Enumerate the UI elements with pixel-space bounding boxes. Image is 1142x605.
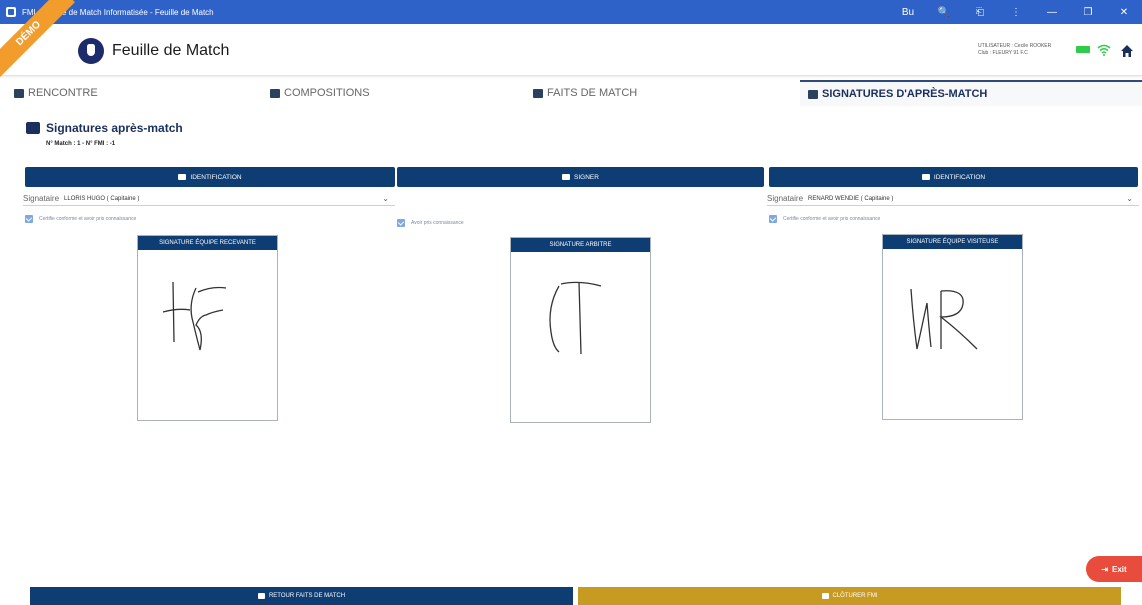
chevron-down-icon: ⌄: [1126, 194, 1133, 203]
button-label: CLÔTURER FMI: [832, 593, 878, 599]
signature-pad-title: SIGNATURE ARBITRE: [511, 238, 650, 252]
checkbox-label: Certifie conforme et avoir pris connaiss…: [39, 216, 137, 222]
signature-drawing-away: [910, 288, 978, 350]
tab-label: SIGNATURES D'APRÈS-MATCH: [822, 88, 988, 100]
signataire-value: LLORIS HUGO ( Capitaine ): [64, 195, 140, 202]
wifi-icon: [1097, 44, 1111, 56]
fff-logo: [78, 38, 104, 64]
minimize-icon[interactable]: —: [1034, 7, 1070, 18]
checkbox-label: Avoir pris connaissance: [411, 220, 464, 226]
window-titlebar: FMI - Feuille de Match Informatisée - Fe…: [0, 0, 1142, 24]
signature-pad-title: SIGNATURE ÉQUIPE VISITEUSE: [883, 235, 1022, 249]
tab-label: RENCONTRE: [28, 87, 98, 99]
list-icon: [533, 88, 543, 98]
window-controls: Bu 🔍 ⎗ ⋮ — ❐ ✕: [890, 0, 1142, 24]
checkbox-checked-icon[interactable]: [397, 219, 405, 227]
button-label: IDENTIFICATION: [933, 173, 986, 181]
signature-icon: [821, 593, 829, 599]
button-label: SIGNER: [574, 173, 599, 181]
list-icon: [257, 593, 265, 599]
signataire-select-away[interactable]: Signataire RENARD WENDIE ( Capitaine ) ⌄: [767, 192, 1139, 206]
checkbox-checked-icon[interactable]: [25, 215, 33, 223]
signature-pad-away[interactable]: SIGNATURE ÉQUIPE VISITEUSE: [882, 234, 1023, 420]
checkbox-label: Certifie conforme et avoir pris connaiss…: [783, 216, 881, 222]
tab-compositions[interactable]: COMPOSITIONS: [270, 80, 470, 106]
identification-button-home[interactable]: IDENTIFICATION: [25, 167, 395, 187]
sign-button[interactable]: SIGNER: [397, 167, 764, 187]
signature-pad-referee[interactable]: SIGNATURE ARBITRE: [510, 237, 651, 423]
signature-drawing-referee: [549, 281, 602, 355]
acknowledge-checkbox-referee[interactable]: Avoir pris connaissance: [397, 219, 464, 227]
more-icon[interactable]: ⋮: [998, 7, 1034, 18]
tab-label: COMPOSITIONS: [284, 87, 370, 99]
app-icon: [6, 7, 16, 17]
exit-button[interactable]: ⇥ Exit: [1086, 556, 1142, 582]
restore-icon[interactable]: ❐: [1070, 7, 1106, 18]
exit-label: Exit: [1112, 564, 1127, 574]
signature-icon: [808, 89, 818, 99]
tab-rencontre[interactable]: RENCONTRE: [14, 80, 234, 106]
referee-column: SIGNER Avoir pris connaissance SIGNATURE…: [397, 167, 764, 427]
signature-icon: [26, 122, 40, 134]
users-icon: [562, 174, 571, 180]
signataire-select-home[interactable]: Signataire LLORIS HUGO ( Capitaine ) ⌄: [23, 192, 395, 206]
search-icon[interactable]: 🔍: [926, 7, 962, 18]
identification-button-away[interactable]: IDENTIFICATION: [769, 167, 1138, 187]
away-team-column: IDENTIFICATION Signataire RENARD WENDIE …: [767, 167, 1139, 427]
users-icon: [921, 174, 930, 180]
signature-drawing-home: [162, 281, 227, 351]
chevron-down-icon: ⌄: [382, 194, 389, 203]
users-icon: [178, 174, 187, 180]
signataire-value: RENARD WENDIE ( Capitaine ): [808, 195, 894, 202]
button-label: RETOUR FAITS DE MATCH: [268, 593, 346, 599]
tab-signatures[interactable]: SIGNATURES D'APRÈS-MATCH: [800, 80, 1142, 106]
tab-bar: RENCONTRE COMPOSITIONS FAITS DE MATCH SI…: [0, 80, 1142, 106]
bluetooth-icon[interactable]: Bu: [890, 7, 926, 18]
signature-pad-home[interactable]: SIGNATURE ÉQUIPE RECEVANTE: [137, 235, 278, 421]
checkbox-checked-icon[interactable]: [769, 215, 777, 223]
signature-pad-title: SIGNATURE ÉQUIPE RECEVANTE: [138, 236, 277, 250]
button-label: IDENTIFICATION: [190, 173, 242, 181]
signataire-label: Signataire: [23, 194, 60, 203]
tab-label: FAITS DE MATCH: [547, 87, 638, 99]
home-icon[interactable]: [1120, 44, 1134, 58]
battery-icon: [1076, 46, 1090, 53]
user-name: UTILISATEUR : Cecile ROOKER: [978, 43, 1052, 49]
close-fmi-button[interactable]: CLÔTURER FMI: [578, 587, 1121, 605]
app-header: Feuille de Match UTILISATEUR : Cecile RO…: [0, 24, 1142, 76]
back-to-match-facts-button[interactable]: RETOUR FAITS DE MATCH: [30, 587, 573, 605]
certify-checkbox-home[interactable]: Certifie conforme et avoir pris connaiss…: [25, 215, 136, 223]
certify-checkbox-away[interactable]: Certifie conforme et avoir pris connaiss…: [769, 215, 880, 223]
shirt-icon: [270, 88, 280, 98]
user-info: UTILISATEUR : Cecile ROOKER Club : FLEUR…: [978, 43, 1051, 57]
close-icon[interactable]: ✕: [1106, 7, 1142, 18]
page-title: Signatures après-match: [26, 121, 183, 135]
user-club: Club : FLEURY 91 F.C: [978, 50, 1028, 56]
app-title: Feuille de Match: [112, 42, 230, 59]
signataire-label: Signataire: [767, 194, 804, 203]
vs-icon: [14, 88, 24, 98]
match-info: N° Match : 1 - N° FMI : -1: [46, 141, 116, 147]
exit-icon: ⇥: [1101, 564, 1109, 574]
page-title-text: Signatures après-match: [46, 121, 183, 135]
home-team-column: IDENTIFICATION Signataire LLORIS HUGO ( …: [23, 167, 395, 427]
tab-faits-de-match[interactable]: FAITS DE MATCH: [533, 80, 753, 106]
cast-icon[interactable]: ⎗: [962, 7, 998, 18]
